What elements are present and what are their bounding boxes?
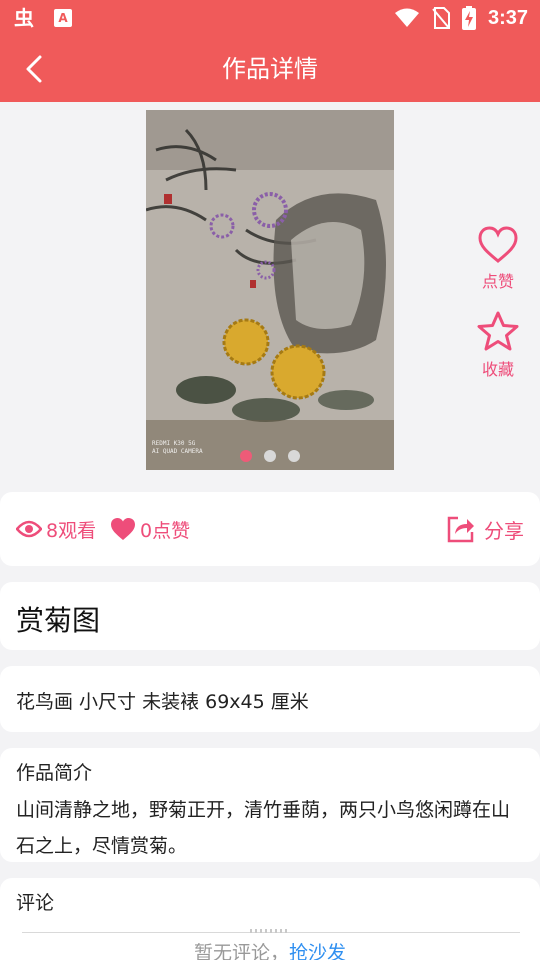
first-comment-link[interactable]: 抢沙发 — [289, 942, 346, 960]
comment-card: 评论 暂无评论，抢沙发 — [0, 878, 540, 960]
work-spec-card: 花鸟画 小尺寸 未装裱 69x45 厘米 — [0, 666, 540, 732]
empty-comment-row: 暂无评论，抢沙发 — [0, 940, 540, 960]
battery-charging-icon — [461, 6, 476, 30]
intro-text: 山间清静之地，野菊正开，清竹垂荫，两只小鸟悠闲蹲在山石之上，尽情赏菊。 — [16, 799, 511, 857]
carousel-dot[interactable] — [264, 450, 276, 462]
empty-comment-text: 暂无评论， — [193, 942, 289, 960]
work-title-card: 赏菊图 — [0, 582, 540, 650]
eye-icon — [16, 520, 42, 538]
artwork-carousel[interactable]: REDMI K30 5G AI QUAD CAMERA — [146, 110, 394, 470]
carousel-dot[interactable] — [288, 450, 300, 462]
heart-filled-icon — [111, 518, 135, 540]
like-button[interactable]: 点赞 — [468, 226, 528, 298]
status-time: 3:37 — [487, 6, 528, 29]
app-notification-icon: 虫 — [14, 6, 34, 30]
back-button[interactable] — [10, 45, 58, 93]
like-label: 点赞 — [481, 272, 514, 291]
divider-handle — [250, 929, 290, 933]
heart-outline-icon — [478, 226, 518, 263]
work-title: 赏菊图 — [16, 604, 101, 637]
work-intro-card: 作品简介 山间清静之地，野菊正开，清竹垂荫，两只小鸟悠闲蹲在山石之上，尽情赏菊。 — [0, 748, 540, 862]
view-count-text: 8观看 — [46, 519, 97, 542]
wifi-icon — [394, 8, 419, 27]
like-count-text: 0点赞 — [140, 519, 191, 542]
page-title: 作品详情 — [222, 55, 318, 83]
share-label: 分享 — [484, 518, 524, 543]
favorite-button[interactable]: 收藏 — [468, 310, 528, 382]
chevron-left-icon — [26, 55, 42, 83]
work-spec: 花鸟画 小尺寸 未装裱 69x45 厘米 — [16, 691, 309, 713]
favorite-label: 收藏 — [481, 360, 514, 379]
app-notification-icon-2: A — [54, 9, 72, 27]
status-bar: 虫 A 3:37 — [0, 0, 540, 36]
intro-heading: 作品简介 — [16, 762, 93, 784]
share-button[interactable]: 分享 — [446, 492, 524, 566]
artwork-image — [146, 110, 394, 470]
no-sim-icon — [432, 7, 450, 29]
like-count: 0点赞 — [110, 492, 190, 566]
comment-heading: 评论 — [16, 892, 55, 914]
star-outline-icon — [477, 311, 519, 351]
carousel-indicator — [146, 450, 394, 462]
title-bar: 作品详情 — [0, 36, 540, 102]
carousel-dot[interactable] — [240, 450, 252, 462]
view-count: 8观看 — [16, 492, 96, 566]
stats-card: 8观看 0点赞 分享 — [0, 492, 540, 566]
share-icon — [447, 516, 474, 543]
